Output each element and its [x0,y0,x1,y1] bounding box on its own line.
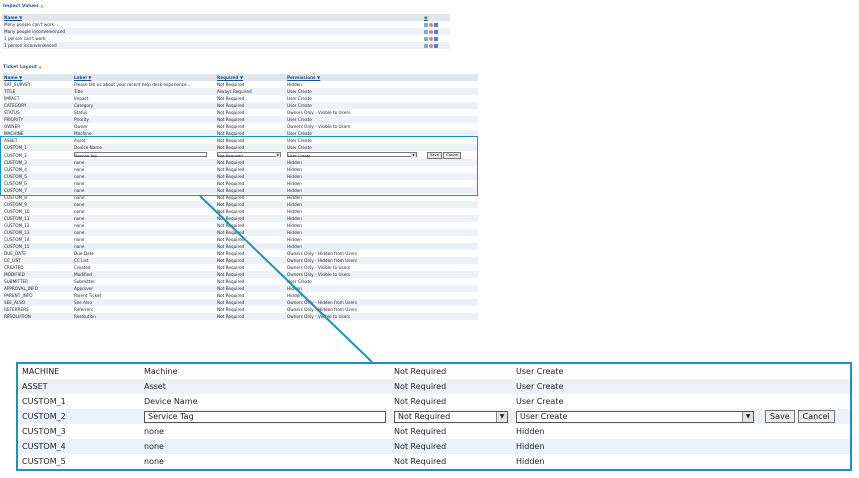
field-label: none [140,454,390,469]
zoom-detail-panel: MACHINE Machine Not Required User Create ASS… [16,362,852,471]
field-name: ASSET [18,379,140,394]
table-row: CUSTOM_1 Device Name Not Required User Crea… [18,394,850,409]
label-input-value: Service Tag [148,412,194,421]
field-name: CUSTOM_1 [18,394,140,409]
field-required: Not Required [390,364,512,379]
field-permissions: User Create [512,364,758,379]
permissions-select[interactable]: User Create ▼ [516,410,754,423]
field-name: CUSTOM_2 [18,409,140,424]
field-required: Not Required [390,454,512,469]
field-name: CUSTOM_4 [18,439,140,454]
permissions-cell: User Create ▼ [512,409,758,424]
field-permissions: User Create [512,379,758,394]
label-cell: Service Tag [140,409,390,424]
dropdown-arrow-icon[interactable]: ▼ [742,411,753,422]
table-row: CUSTOM_4 none Not Required Hidden [18,439,850,454]
field-permissions: Hidden [512,439,758,454]
field-label: Device Name [140,394,390,409]
field-required: Not Required [390,379,512,394]
table-row: CUSTOM_3 none Not Required Hidden [18,424,850,439]
required-select[interactable]: Not Required ▼ [394,410,508,423]
table-row: CUSTOM_5 none Not Required Hidden [18,454,850,469]
dropdown-arrow-icon[interactable]: ▼ [496,411,507,422]
table-row: MACHINE Machine Not Required User Create [18,364,850,379]
field-label: Asset [140,379,390,394]
label-input[interactable]: Service Tag [144,410,386,423]
field-name: MACHINE [18,364,140,379]
field-label: none [140,439,390,454]
field-required: Not Required [390,424,512,439]
row-actions: Save Cancel [758,409,850,424]
table-row: CUSTOM_2 Service Tag Not Required ▼ User Cre… [18,409,850,424]
permissions-select-value: User Create [520,412,568,421]
field-label: none [140,424,390,439]
cancel-button[interactable]: Cancel [797,410,835,423]
field-required: Not Required [390,394,512,409]
field-permissions: Hidden [512,424,758,439]
field-label: Machine [140,364,390,379]
field-required: Not Required [390,439,512,454]
required-select-value: Not Required [398,412,451,421]
required-cell: Not Required ▼ [390,409,512,424]
field-permissions: Hidden [512,454,758,469]
field-name: CUSTOM_3 [18,424,140,439]
field-name: CUSTOM_5 [18,454,140,469]
field-permissions: User Create [512,394,758,409]
table-row: ASSET Asset Not Required User Create [18,379,850,394]
save-button[interactable]: Save [765,410,795,423]
